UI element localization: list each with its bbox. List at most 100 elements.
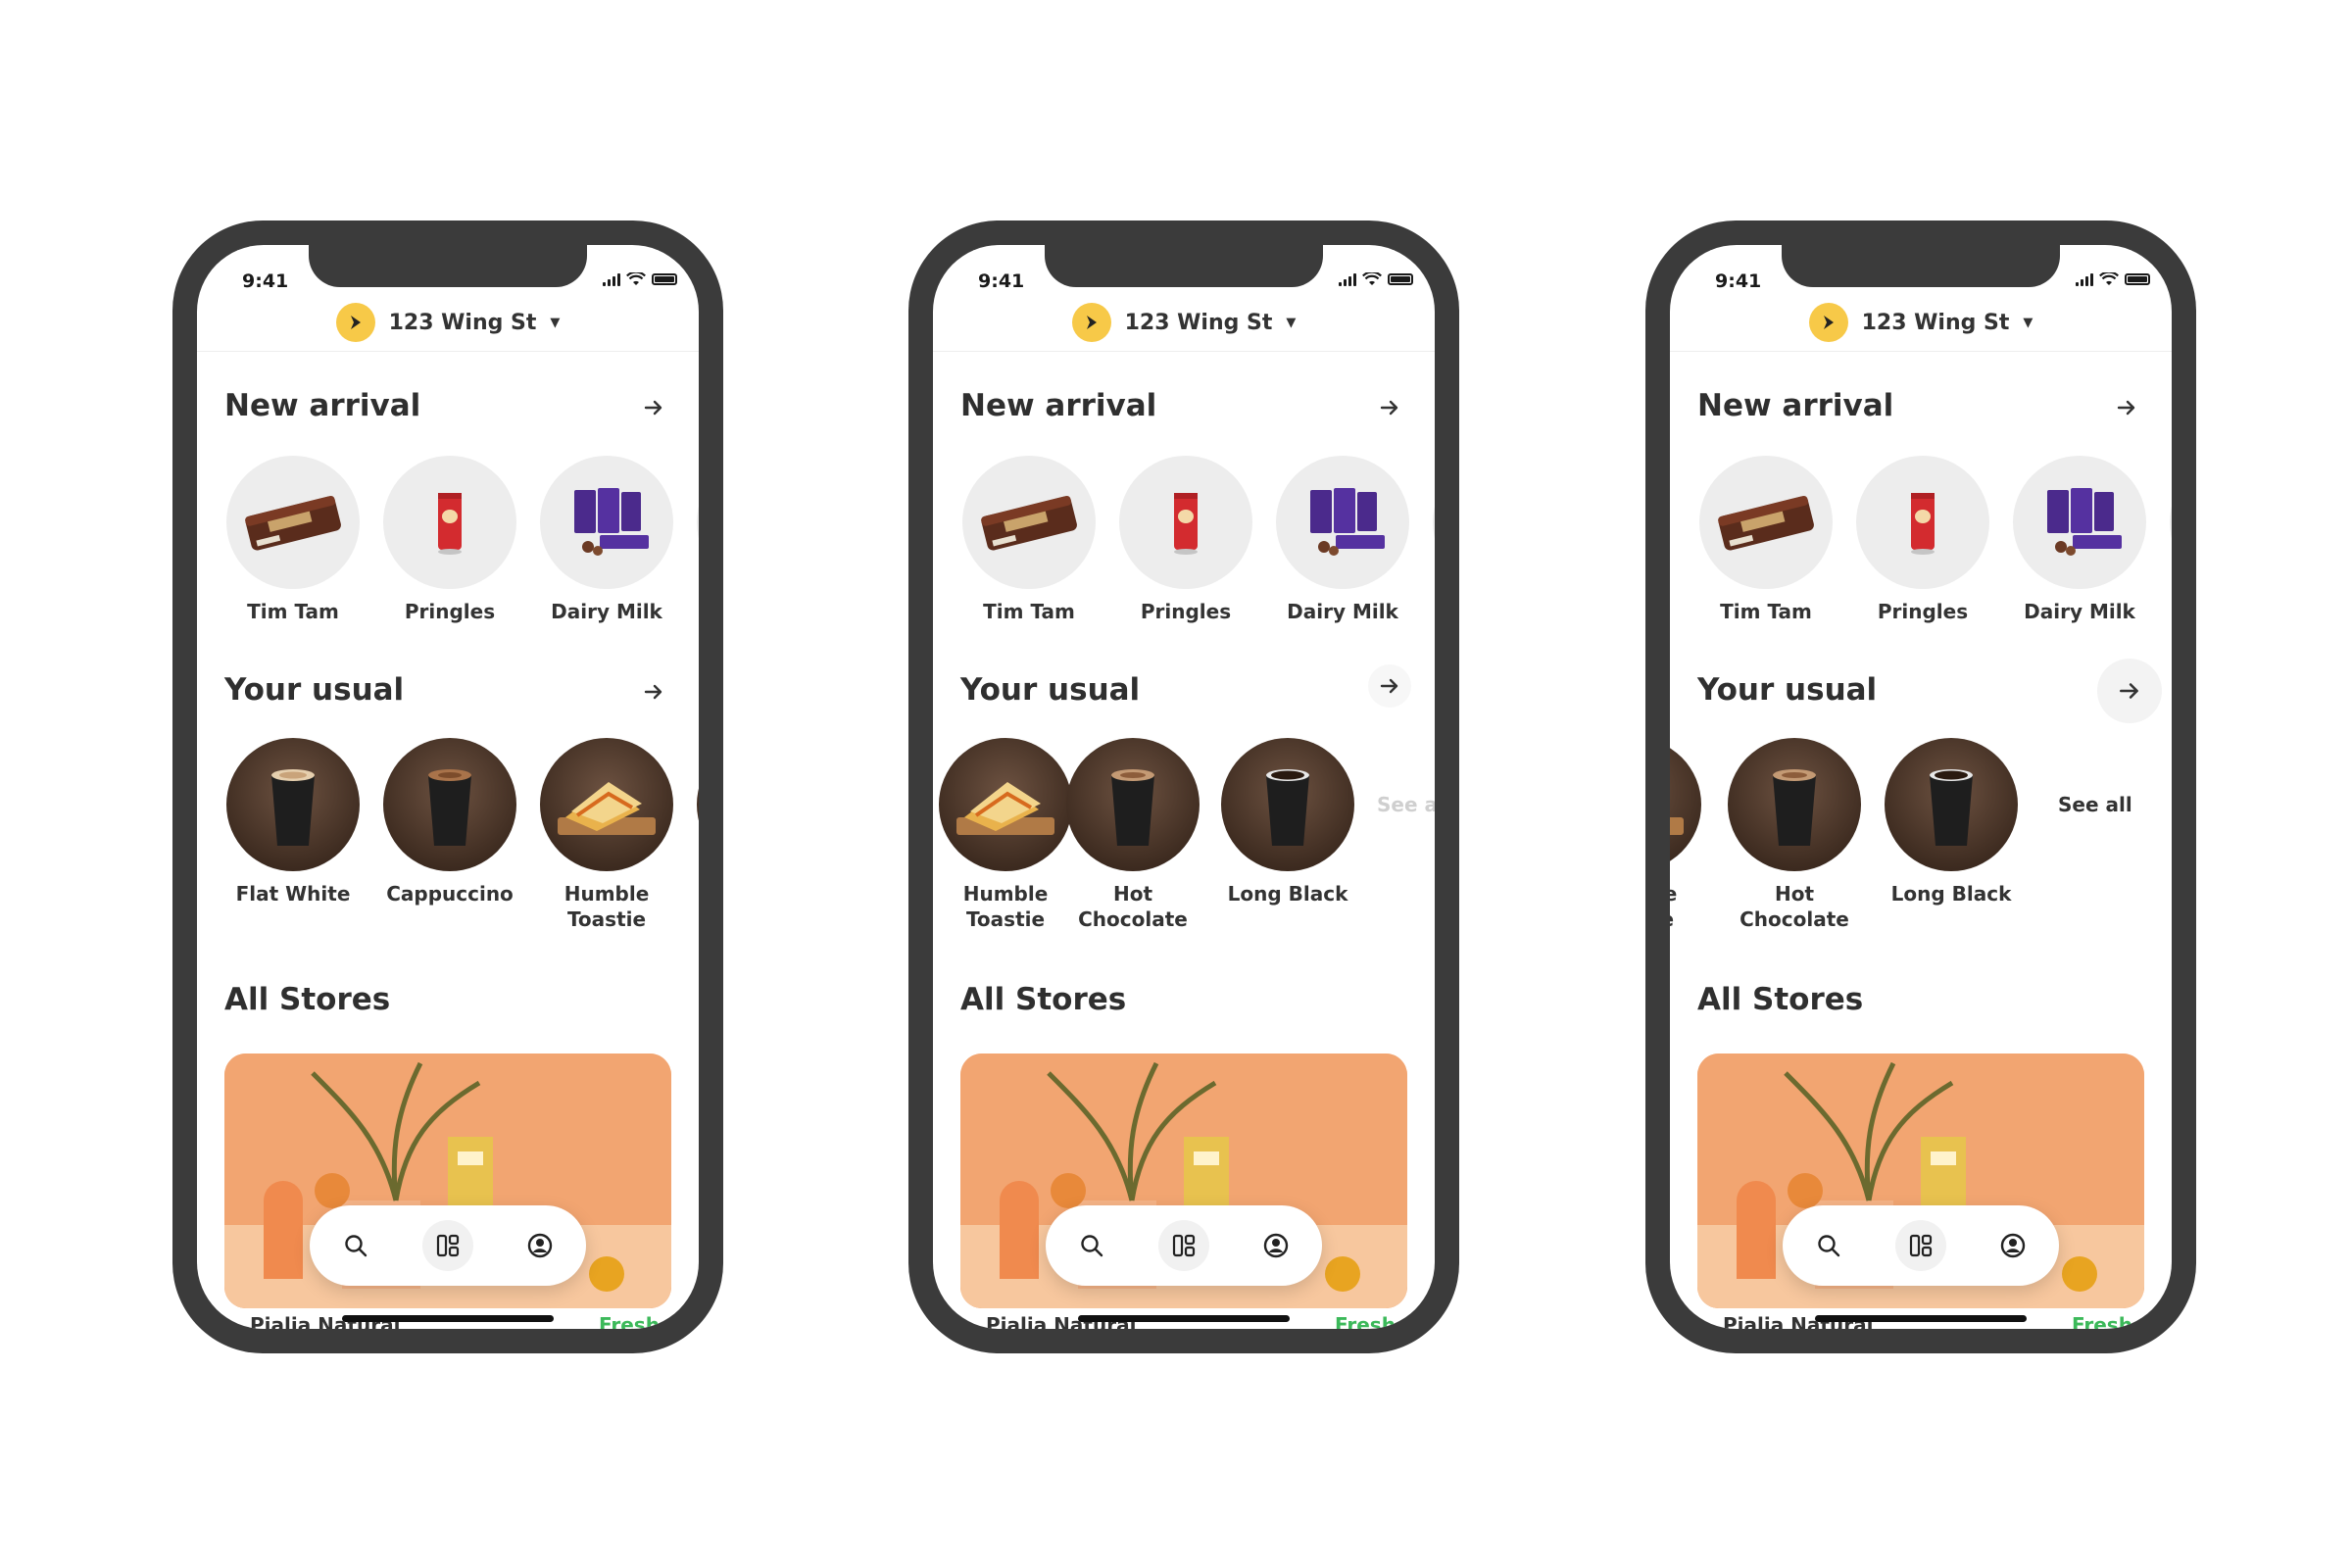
status-time: 9:41 <box>242 270 289 292</box>
caret-down-icon[interactable]: ▼ <box>1286 316 1296 330</box>
new-arrival-row: Tim Tam Pringles Dairy Milk <box>1670 456 2172 652</box>
product-label: HumbleToastie <box>564 882 650 931</box>
signal-icon <box>603 272 620 286</box>
notch <box>1045 245 1323 287</box>
usual-peek <box>685 738 699 871</box>
phone-frame-2: 9:41 123 Wing St ▼ New arrival Tim Tam P… <box>908 220 1459 1353</box>
store-status: Fresh <box>599 1313 660 1329</box>
product-dairy-milk[interactable]: Dairy Milk <box>1264 456 1421 624</box>
search-icon <box>1818 1235 1840 1257</box>
see-all-link[interactable]: See all <box>2058 793 2132 816</box>
nav-stores-button[interactable] <box>1895 1220 1946 1271</box>
product-label: HumbleToastie <box>1670 882 1678 931</box>
toastie-image <box>1670 738 1701 871</box>
pringles-image <box>383 456 516 589</box>
product-pringles[interactable]: Pringles <box>1844 456 2001 624</box>
home-indicator <box>1815 1315 2027 1322</box>
phone-frame-3: 9:41 123 Wing St ▼ New arrival Tim Tam P… <box>1645 220 2196 1353</box>
location-header[interactable]: 123 Wing St ▼ <box>933 294 1435 352</box>
product-peek <box>2158 456 2172 589</box>
new-arrival-arrow-button[interactable] <box>1362 380 1417 435</box>
toastie-image <box>540 738 673 871</box>
store-status: Fresh <box>1335 1313 1396 1329</box>
new-arrival-arrow-button[interactable] <box>626 380 681 435</box>
status-icons <box>603 272 677 286</box>
your-usual-arrow-button[interactable] <box>626 664 681 719</box>
brand-logo-icon <box>335 303 375 342</box>
new-arrival-arrow-button[interactable] <box>2099 380 2154 435</box>
address-label: 123 Wing St <box>1124 310 1273 335</box>
section-title-your-usual: Your usual <box>960 672 1141 708</box>
product-label: Pringles <box>1140 600 1232 623</box>
usual-humble-toastie[interactable]: HumbleToastie <box>1670 738 1713 932</box>
see-all-link[interactable]: See a <box>1377 793 1435 816</box>
nav-profile-button[interactable] <box>514 1220 565 1271</box>
section-title-all-stores: All Stores <box>960 982 1127 1017</box>
pringles-image <box>1119 456 1252 589</box>
product-label: Flat White <box>235 882 351 906</box>
location-header[interactable]: 123 Wing St ▼ <box>1670 294 2172 352</box>
brand-logo-icon <box>1808 303 1848 342</box>
battery-icon <box>1388 273 1413 285</box>
arrow-right-icon <box>644 400 662 416</box>
caret-down-icon[interactable]: ▼ <box>550 316 560 330</box>
nav-profile-button[interactable] <box>1250 1220 1301 1271</box>
nav-search-button[interactable] <box>1066 1220 1117 1271</box>
usual-long-black[interactable]: Long Black <box>1873 738 2030 906</box>
signal-icon <box>1339 272 1356 286</box>
usual-cappuccino[interactable]: Cappuccino <box>371 738 528 906</box>
toastie-image <box>939 738 1072 871</box>
product-tim-tam[interactable]: Tim Tam <box>951 456 1107 624</box>
section-title-new-arrival: New arrival <box>1697 388 1894 423</box>
address-label: 123 Wing St <box>1861 310 2010 335</box>
section-title-your-usual: Your usual <box>1697 672 1878 708</box>
nav-search-button[interactable] <box>330 1220 381 1271</box>
dairy-milk-image <box>2013 456 2146 589</box>
nav-search-button[interactable] <box>1803 1220 1854 1271</box>
section-title-new-arrival: New arrival <box>224 388 421 423</box>
caret-down-icon[interactable]: ▼ <box>2023 316 2033 330</box>
product-pringles[interactable]: Pringles <box>371 456 528 624</box>
bottom-nav-bar <box>310 1205 586 1286</box>
section-title-all-stores: All Stores <box>1697 982 1864 1017</box>
your-usual-arrow-button[interactable] <box>2097 659 2162 723</box>
status-time: 9:41 <box>978 270 1025 292</box>
product-tim-tam[interactable]: Tim Tam <box>215 456 371 624</box>
nav-stores-button[interactable] <box>422 1220 473 1271</box>
nav-profile-button[interactable] <box>1987 1220 2038 1271</box>
usual-flat-white[interactable]: Flat White <box>215 738 371 906</box>
your-usual-arrow-button[interactable] <box>1368 664 1411 708</box>
notch <box>309 245 587 287</box>
stores-icon <box>1172 1234 1196 1257</box>
your-usual-row: Flat White Cappuccino Humble Toastie <box>197 738 699 954</box>
app-screen: 9:41 123 Wing St ▼ New arrival Tim Tam P… <box>1670 245 2172 1329</box>
product-label: Dairy Milk <box>2024 600 2135 623</box>
usual-humble-toastie[interactable]: HumbleToastie <box>528 738 685 932</box>
section-title-new-arrival: New arrival <box>960 388 1157 423</box>
location-header[interactable]: 123 Wing St ▼ <box>197 294 699 352</box>
status-time: 9:41 <box>1715 270 1762 292</box>
product-dairy-milk[interactable]: Dairy Milk <box>2001 456 2158 624</box>
product-label: Long Black <box>1890 882 2012 906</box>
product-pringles[interactable]: Pringles <box>1107 456 1264 624</box>
battery-icon <box>2125 273 2150 285</box>
dairy-milk-image <box>540 456 673 589</box>
flat-white-image <box>226 738 360 871</box>
search-icon <box>1081 1235 1103 1257</box>
long-black-image <box>1221 738 1354 871</box>
arrow-right-icon <box>2120 683 2138 699</box>
product-dairy-milk[interactable]: Dairy Milk <box>528 456 685 624</box>
usual-long-black[interactable]: Long Black <box>1209 738 1366 906</box>
status-icons <box>1339 272 1413 286</box>
product-label: Tim Tam <box>1720 600 1812 623</box>
usual-hot-chocolate[interactable]: Hot Chocolate <box>1054 738 1211 932</box>
product-label: Cappuccino <box>386 882 514 906</box>
stores-icon <box>436 1234 460 1257</box>
usual-hot-chocolate[interactable]: Hot Chocolate <box>1716 738 1873 932</box>
nav-stores-button[interactable] <box>1158 1220 1209 1271</box>
wifi-icon <box>2099 272 2119 285</box>
arrow-right-icon <box>644 684 662 700</box>
product-tim-tam[interactable]: Tim Tam <box>1688 456 1844 624</box>
store-status: Fresh <box>2072 1313 2132 1329</box>
stores-icon <box>1909 1234 1933 1257</box>
